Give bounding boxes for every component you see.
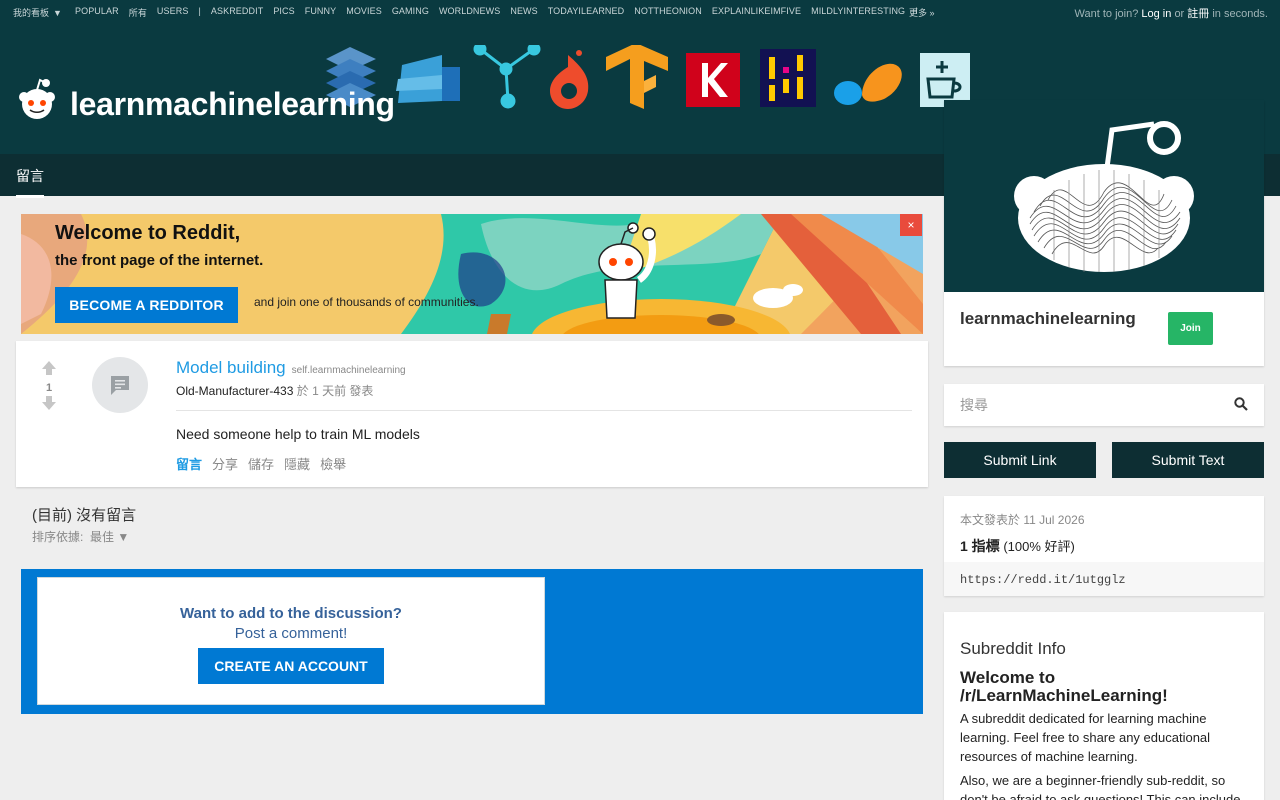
discussion-box: Want to add to the discussion? Post a co… xyxy=(37,577,545,705)
submit-text-button[interactable]: Submit Text xyxy=(1112,442,1264,478)
hide-action[interactable]: 隱藏 xyxy=(284,454,310,473)
upvote-ratio: (100% 好評) xyxy=(1003,539,1075,554)
header-banner-icons xyxy=(326,45,970,109)
discussion-question: Want to add to the discussion? xyxy=(180,605,402,622)
subreddit-welcome-title: Welcome to /r/LearnMachineLearning! xyxy=(960,668,1168,705)
subreddit-link[interactable]: MOVIES xyxy=(346,6,382,19)
powerbi-icon xyxy=(396,55,460,103)
subreddit-icon xyxy=(1014,121,1194,272)
sort-by: 排序依據: 最佳 ▼ xyxy=(32,528,129,545)
pytorch-flame-icon xyxy=(550,50,589,109)
posted-date: 本文發表於 11 Jul 2026 xyxy=(960,513,1085,527)
or-text: or xyxy=(1174,8,1185,20)
welcome-subtitle: the front page of the internet. xyxy=(55,252,264,269)
tab-comments[interactable]: 留言 xyxy=(16,166,44,198)
search-box xyxy=(944,384,1264,426)
my-subreddits-dropdown[interactable]: 我的看板 ▼ xyxy=(13,6,62,19)
want-to-join-text: Want to join? xyxy=(1074,8,1139,20)
submit-link-button[interactable]: Submit Link xyxy=(944,442,1096,478)
subreddit-link[interactable]: NEWS xyxy=(510,6,537,19)
subreddit-link[interactable]: NOTTHEONION xyxy=(634,6,702,19)
blob-icon xyxy=(834,63,902,105)
create-account-button[interactable]: CREATE AN ACCOUNT xyxy=(198,648,384,684)
save-action[interactable]: 儲存 xyxy=(248,454,274,473)
network-graph-icon xyxy=(473,45,541,109)
post-author[interactable]: Old-Manufacturer-433 xyxy=(176,384,293,398)
post-tagline: Old-Manufacturer-433 於 1 天前 發表 xyxy=(176,382,373,399)
in-seconds-text: in seconds. xyxy=(1212,8,1268,20)
reddit-alien-logo[interactable] xyxy=(16,78,58,120)
post-comment-prompt: Post a comment! xyxy=(234,625,348,642)
more-link[interactable]: 更多 » xyxy=(909,6,935,19)
post-time: 於 1 天前 發表 xyxy=(296,384,374,398)
subreddit-card: learnmachinelearning Join xyxy=(944,100,1264,366)
vote-controls: 1 xyxy=(40,361,58,415)
join-button[interactable]: Join xyxy=(1168,312,1213,345)
subreddit-hero xyxy=(944,100,1264,292)
subreddit-link[interactable]: PICS xyxy=(273,6,294,19)
post-card: 1 Model building self.learnmachinelearnin… xyxy=(16,341,928,487)
post-domain[interactable]: self.learnmachinelearning xyxy=(292,365,406,376)
downvote-arrow-icon[interactable] xyxy=(41,396,57,410)
post-body: Need someone help to train ML models xyxy=(176,426,420,442)
close-icon[interactable]: × xyxy=(900,214,922,236)
no-comments-text: (目前) 沒有留言 xyxy=(32,507,137,524)
subreddit-description-2: Also, we are a beginner-friendly sub-red… xyxy=(960,773,1241,800)
subreddit-link[interactable]: MILDLYINTERESTING xyxy=(811,6,905,19)
post-actions: 留言 分享 儲存 隱藏 檢舉 xyxy=(176,454,346,473)
chevron-down-icon: ▼ xyxy=(53,8,62,18)
register-link[interactable]: 註冊 xyxy=(1187,8,1209,20)
keras-icon xyxy=(686,53,740,107)
subreddit-link[interactable]: FUNNY xyxy=(305,6,337,19)
post-points: 1 指標 (100% 好評) xyxy=(960,536,1075,556)
search-input[interactable] xyxy=(960,395,1210,415)
share-action[interactable]: 分享 xyxy=(212,454,238,473)
login-prompt: Want to join? Log in or 註冊 in seconds. xyxy=(1075,5,1268,21)
post-info-box: 本文發表於 11 Jul 2026 1 指標 (100% 好評) https:/… xyxy=(944,496,1264,596)
chat-bubble-icon xyxy=(111,376,129,395)
subreddit-list: POPULAR 所有 USERS | ASKREDDIT PICS FUNNY … xyxy=(75,6,918,19)
comments-action[interactable]: 留言 xyxy=(176,454,202,473)
divider xyxy=(176,410,912,411)
welcome-title: Welcome to Reddit, xyxy=(55,222,241,244)
become-redditor-button[interactable]: BECOME A REDDITOR xyxy=(55,287,238,323)
post-title-link[interactable]: Model building xyxy=(176,358,286,377)
subreddit-link[interactable]: POPULAR xyxy=(75,6,119,19)
sidebar-subreddit-name[interactable]: learnmachinelearning xyxy=(960,309,1136,329)
upvote-arrow-icon[interactable] xyxy=(41,361,57,375)
subreddit-link[interactable]: GAMING xyxy=(392,6,429,19)
subreddit-link[interactable]: 所有 xyxy=(129,6,147,19)
subreddit-info-box: Subreddit Info Welcome to /r/LearnMachin… xyxy=(944,612,1264,800)
post-title-row: Model building self.learnmachinelearning xyxy=(176,358,406,378)
points-value: 1 指標 xyxy=(960,538,1000,554)
subreddit-link[interactable]: ASKREDDIT xyxy=(211,6,263,19)
search-icon[interactable] xyxy=(1234,397,1248,411)
sort-dropdown[interactable]: 最佳 ▼ xyxy=(90,530,129,544)
pandas-icon xyxy=(760,49,816,107)
welcome-banner: Welcome to Reddit, the front page of the… xyxy=(21,214,923,334)
join-communities-text: and join one of thousands of communities… xyxy=(254,295,479,309)
report-action[interactable]: 檢舉 xyxy=(320,454,346,473)
subreddit-link[interactable]: WORLDNEWS xyxy=(439,6,500,19)
tensorflow-icon xyxy=(606,45,668,109)
subreddit-link[interactable]: TODAYILEARNED xyxy=(548,6,625,19)
subreddit-title[interactable]: learnmachinelearning xyxy=(70,86,395,123)
self-post-thumbnail[interactable] xyxy=(92,357,148,413)
jupyter-coffee-icon xyxy=(920,53,970,107)
top-bar: 我的看板 ▼ POPULAR 所有 USERS | ASKREDDIT PICS … xyxy=(0,0,1280,22)
subreddit-info-heading: Subreddit Info xyxy=(960,639,1066,658)
login-link[interactable]: Log in xyxy=(1141,8,1171,20)
subreddit-link[interactable]: EXPLAINLIKEIMFIVE xyxy=(712,6,801,19)
subreddit-description: A subreddit dedicated for learning machi… xyxy=(960,711,1211,764)
sort-label: 排序依據: xyxy=(32,530,84,544)
discussion-panel: Want to add to the discussion? Post a co… xyxy=(21,569,923,714)
my-subreddits-label: 我的看板 xyxy=(13,8,50,18)
shortlink[interactable]: https://redd.it/1utgglz xyxy=(944,562,1264,596)
separator: | xyxy=(198,6,201,16)
vote-score: 1 xyxy=(45,382,53,394)
subreddit-link[interactable]: USERS xyxy=(157,6,189,19)
